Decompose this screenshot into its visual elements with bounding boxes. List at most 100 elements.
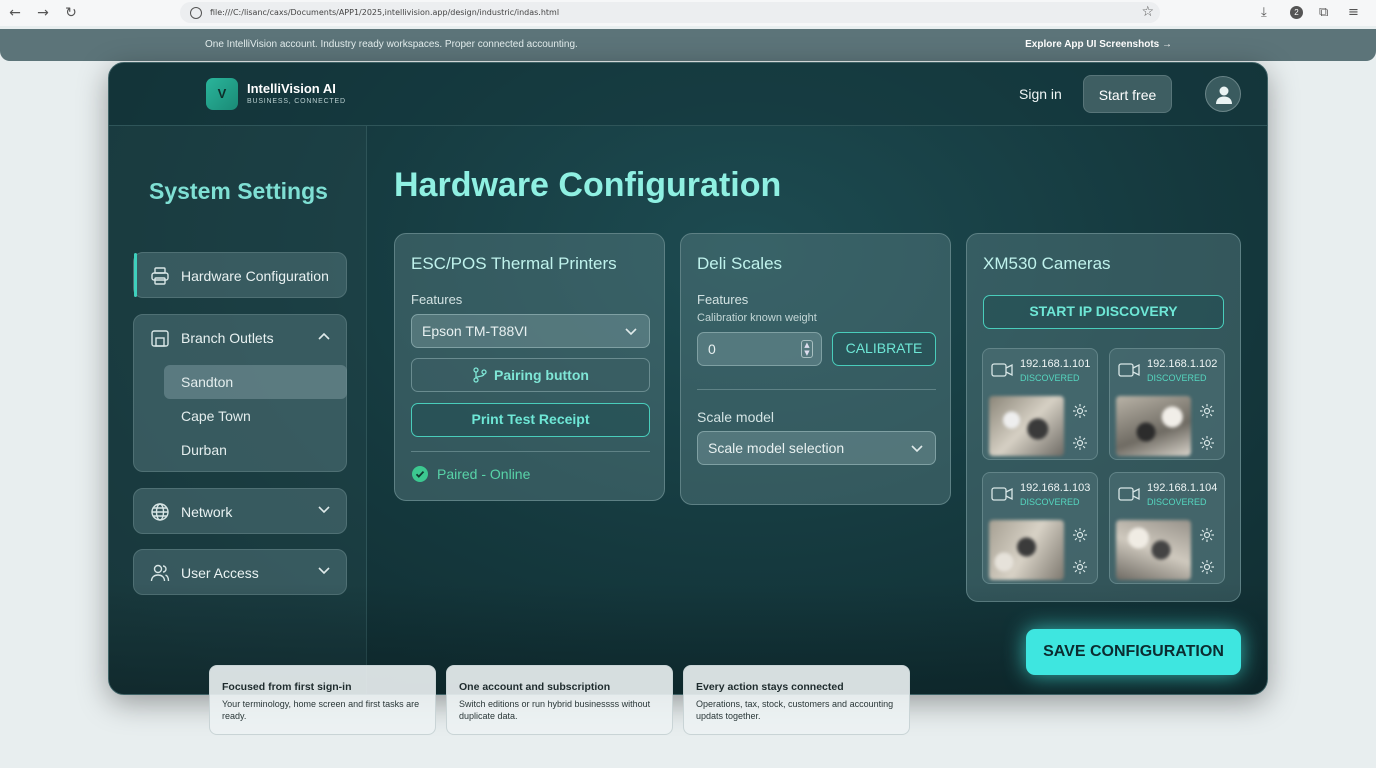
gear-icon[interactable] [1199, 527, 1215, 543]
url-text: file:///C:/lisanc/caxs/Documents/APP1/20… [210, 8, 560, 17]
printer-model-value: Epson TM-T88VI [422, 323, 528, 339]
feature-description: Operations, tax, stock, customers and ac… [696, 699, 894, 721]
feature-description: Switch editions or run hybrid businessss… [459, 699, 651, 721]
site-info-icon[interactable] [190, 6, 202, 19]
card-title: XM530 Cameras [983, 254, 1111, 273]
page-title: Hardware Configuration [394, 166, 782, 204]
gear-icon[interactable] [1072, 527, 1088, 543]
video-camera-icon [991, 487, 1013, 501]
camera-ip: 192.168.1.102 [1147, 358, 1218, 370]
menu-icon[interactable]: ≡ [1348, 5, 1359, 20]
pairing-button-label: Pairing button [494, 367, 589, 383]
camera-ip: 192.168.1.103 [1020, 482, 1091, 494]
sidebar-title: System Settings [149, 178, 328, 204]
feature-title: Focused from first sign-in [222, 681, 352, 693]
gear-icon[interactable] [1199, 435, 1215, 451]
forward-icon[interactable]: → [34, 4, 52, 22]
camera-tile[interactable]: 192.168.1.101 DISCOVERED [982, 348, 1098, 460]
sidebar-item-label: User Access [181, 565, 259, 581]
gear-icon[interactable] [1199, 403, 1215, 419]
video-camera-icon [1118, 363, 1140, 377]
card-title: ESC/POS Thermal Printers [411, 254, 617, 273]
camera-ip: 192.168.1.104 [1147, 482, 1218, 494]
start-ip-discovery-button[interactable]: START IP DISCOVERY [983, 295, 1224, 329]
scale-model-placeholder: Scale model selection [708, 440, 845, 456]
sidebar-item-hardware[interactable]: Hardware Configuration [133, 252, 347, 298]
announcement-bar: One IntelliVision account. Industry read… [0, 29, 1376, 61]
check-circle-icon [412, 466, 428, 482]
printer-model-select[interactable]: Epson TM-T88VI [411, 314, 650, 348]
print-test-receipt-button[interactable]: Print Test Receipt [411, 403, 650, 437]
camera-status: DISCOVERED [1147, 373, 1207, 383]
sidebar-item-network[interactable]: Network [133, 488, 347, 534]
camera-preview [1116, 396, 1191, 456]
announcement-text: One IntelliVision account. Industry read… [205, 39, 578, 50]
feature-card: Focused from first sign-in Your terminol… [209, 665, 436, 735]
branch-item-durban[interactable]: Durban [164, 433, 347, 467]
account-badge[interactable]: 2 [1290, 6, 1303, 19]
scales-card: Deli Scales Features Calibratior known w… [680, 233, 951, 505]
chevron-down-icon [911, 445, 923, 453]
calibrate-button[interactable]: CALIBRATE [832, 332, 936, 366]
save-configuration-button[interactable]: SAVE CONFIGURATION [1026, 629, 1241, 675]
cameras-card: XM530 Cameras START IP DISCOVERY 192.168… [966, 233, 1241, 602]
printers-card: ESC/POS Thermal Printers Features Epson … [394, 233, 665, 501]
app-window: V IntelliVision AI BUSINESS, CONNECTED S… [108, 62, 1268, 695]
features-label: Features [697, 292, 749, 307]
camera-status: DISCOVERED [1147, 497, 1207, 507]
explore-screenshots-link[interactable]: Explore App UI Screenshots → [1025, 39, 1172, 50]
store-icon [151, 330, 169, 347]
printer-icon [151, 267, 169, 285]
calibration-weight-input[interactable]: 0 ▲ ▼ [697, 332, 822, 366]
globe-icon [151, 503, 169, 521]
pairing-button[interactable]: Pairing button [411, 358, 650, 392]
extensions-icon[interactable]: ⧉ [1319, 5, 1328, 20]
brand-tagline: BUSINESS, CONNECTED [247, 98, 346, 105]
branch-item-cape-town[interactable]: Cape Town [164, 399, 347, 433]
back-icon[interactable]: ← [6, 4, 24, 22]
feature-card: One account and subscription Switch edit… [446, 665, 673, 735]
printer-status: Paired - Online [437, 466, 531, 482]
gear-icon[interactable] [1072, 403, 1088, 419]
camera-preview [1116, 520, 1191, 580]
camera-ip: 192.168.1.101 [1020, 358, 1091, 370]
calibration-weight-value: 0 [708, 341, 716, 357]
feature-card: Every action stays connected Operations,… [683, 665, 910, 735]
feature-title: Every action stays connected [696, 681, 844, 693]
camera-tile[interactable]: 192.168.1.104 DISCOVERED [1109, 472, 1225, 584]
gear-icon[interactable] [1199, 559, 1215, 575]
sign-in-link[interactable]: Sign in [1019, 86, 1062, 102]
download-icon[interactable]: ⤓ [1261, 5, 1267, 20]
camera-status: DISCOVERED [1020, 497, 1080, 507]
users-icon [150, 564, 170, 582]
sidebar-item-branches[interactable]: Branch Outlets Sandton Cape Town Durban [133, 314, 347, 472]
feature-description: Your terminology, home screen and first … [222, 699, 420, 721]
gear-icon[interactable] [1072, 435, 1088, 451]
number-stepper[interactable]: ▲ ▼ [801, 340, 813, 358]
brand-logo[interactable]: V [206, 78, 238, 110]
camera-tile[interactable]: 192.168.1.102 DISCOVERED [1109, 348, 1225, 460]
sidebar-item-label: Branch Outlets [181, 330, 274, 346]
bookmark-star-icon[interactable]: ☆ [1141, 4, 1154, 20]
features-label: Features [411, 292, 463, 307]
brand-name: IntelliVision AI [247, 81, 336, 96]
scale-model-select[interactable]: Scale model selection [697, 431, 936, 465]
branch-item-sandton[interactable]: Sandton [164, 365, 347, 399]
start-free-button[interactable]: Start free [1083, 75, 1172, 113]
gear-icon[interactable] [1072, 559, 1088, 575]
avatar[interactable] [1205, 76, 1241, 112]
git-branch-icon [473, 367, 487, 383]
chevron-up-icon[interactable] [318, 332, 330, 340]
camera-status: DISCOVERED [1020, 373, 1080, 383]
chevron-down-icon[interactable] [318, 506, 330, 514]
chevron-down-icon [625, 328, 637, 336]
reload-icon[interactable]: ↻ [62, 4, 80, 22]
divider [697, 389, 936, 390]
video-camera-icon [991, 363, 1013, 377]
address-bar[interactable]: file:///C:/lisanc/caxs/Documents/APP1/20… [180, 2, 1160, 23]
calibration-weight-label: Calibratior known weight [697, 312, 817, 324]
camera-tile[interactable]: 192.168.1.103 DISCOVERED [982, 472, 1098, 584]
chevron-down-icon[interactable] [318, 567, 330, 575]
feature-title: One account and subscription [459, 681, 611, 693]
camera-preview [989, 396, 1064, 456]
